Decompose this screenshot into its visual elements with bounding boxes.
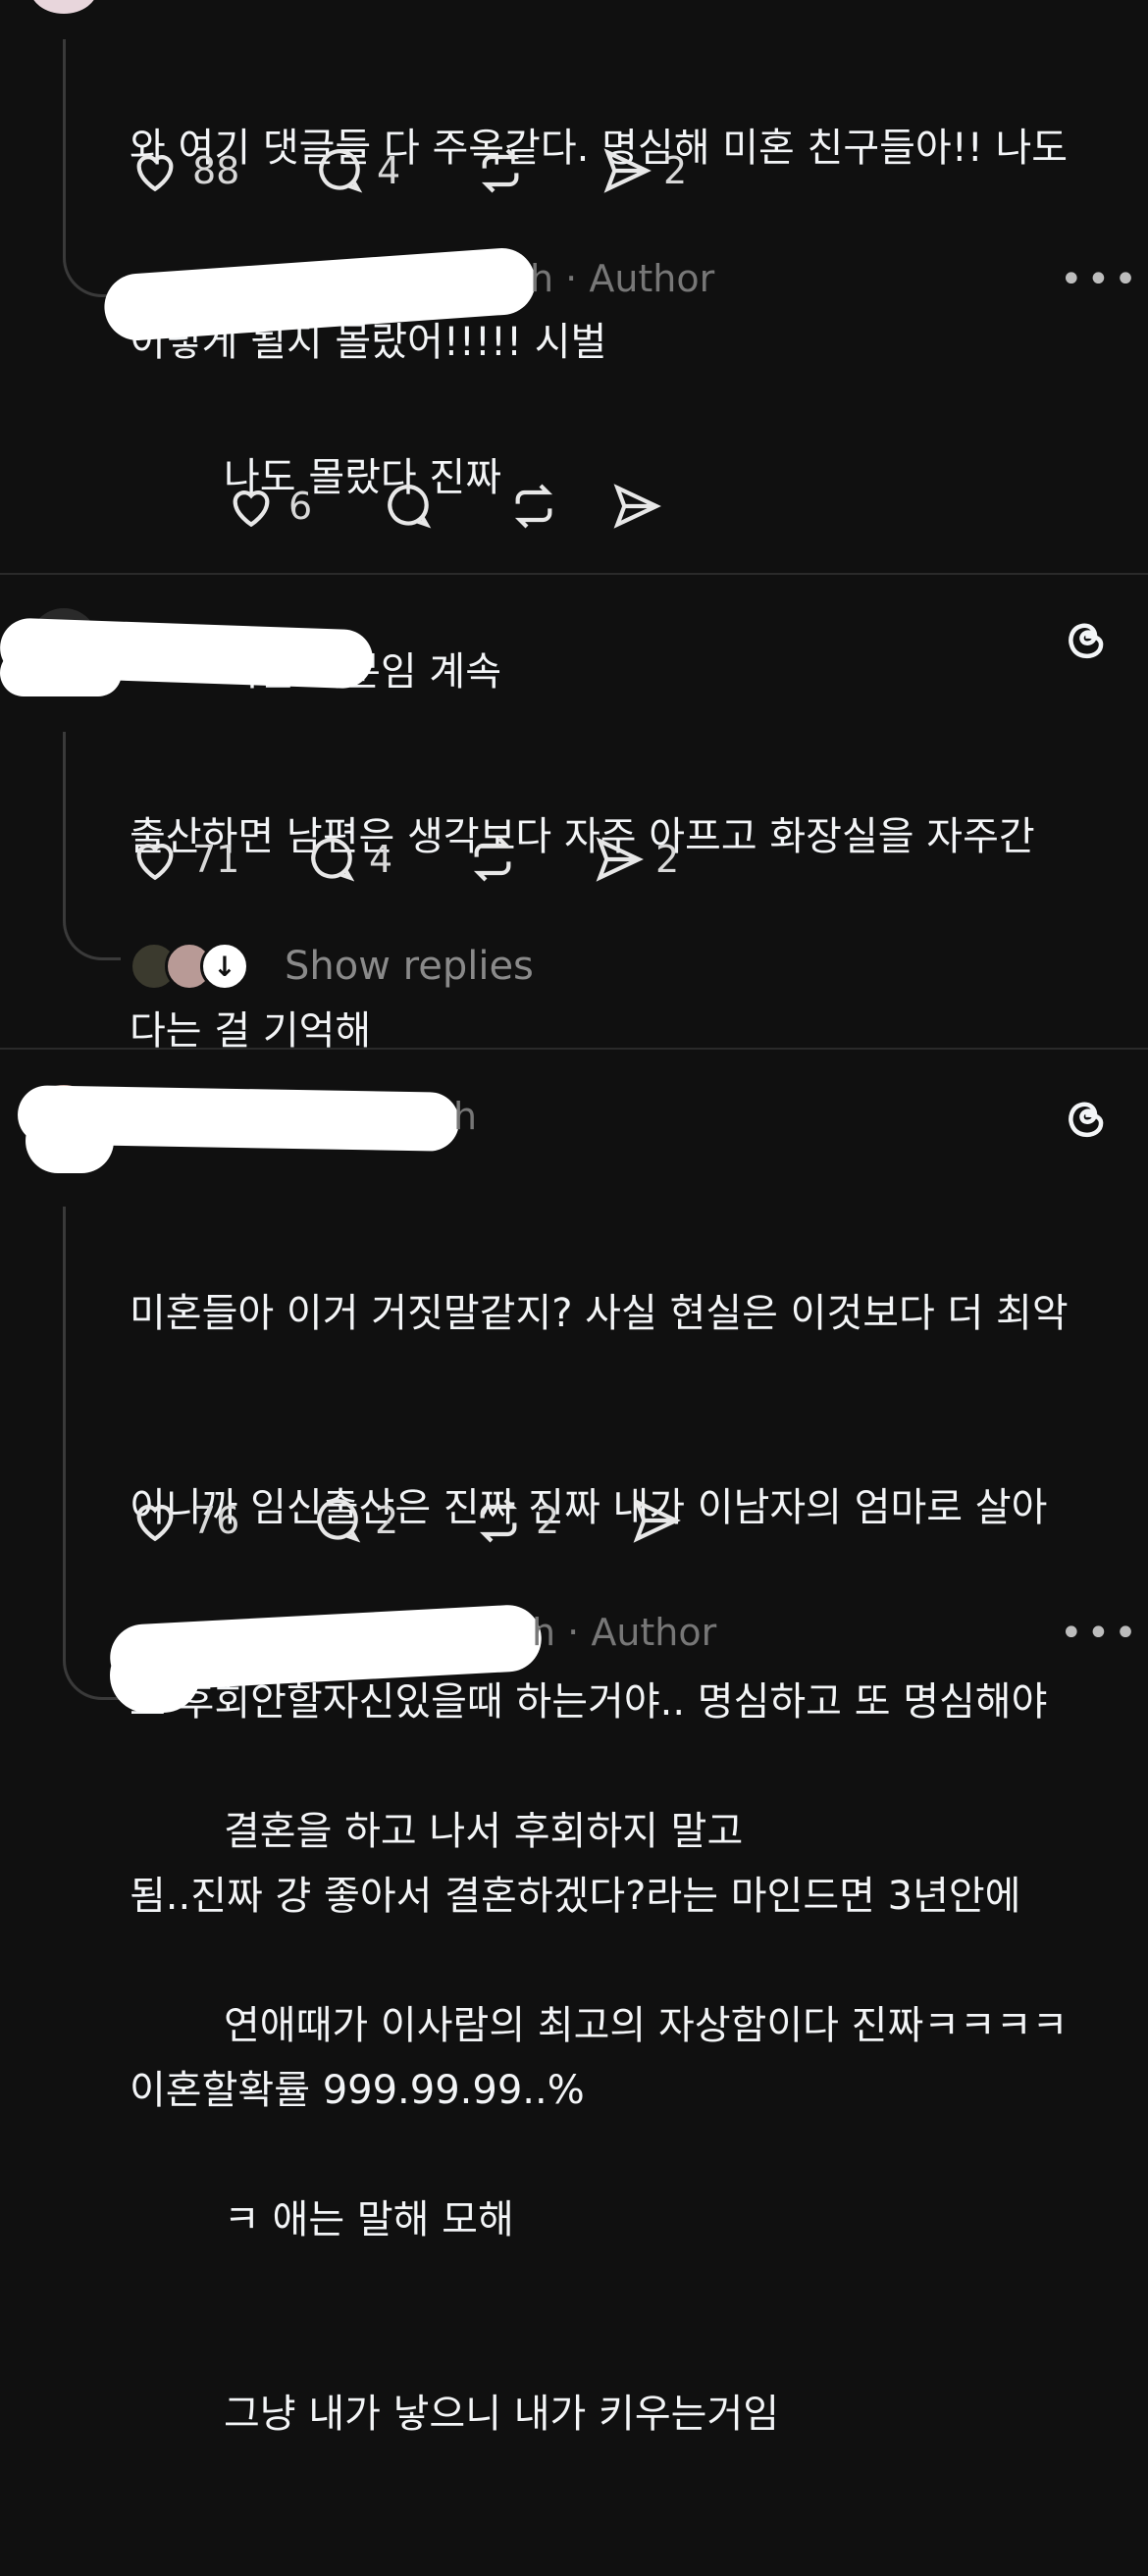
redacted-avatar xyxy=(26,1108,114,1173)
repost-count: 2 xyxy=(536,1499,560,1542)
share-icon xyxy=(596,837,644,882)
reply-line: 연애때가 이사람의 최고의 자상함이다 진짜ㅋㅋㅋㅋ xyxy=(224,2003,1069,2048)
share-button[interactable] xyxy=(608,479,663,534)
heart-icon xyxy=(136,1505,174,1542)
share-button[interactable]: 2 xyxy=(599,143,687,198)
avatar[interactable] xyxy=(29,0,98,14)
reply-action-bar: 6 xyxy=(224,479,663,534)
thread-line xyxy=(63,39,66,245)
post-meta: h xyxy=(453,1095,478,1138)
reply-text: 결혼을 하고 나서 후회하지 말고 연애때가 이사람의 최고의 자상함이다 진짜… xyxy=(224,1670,1126,2576)
action-bar: 71 4 2 xyxy=(128,832,679,887)
show-replies-row[interactable]: ↓ Show replies xyxy=(130,942,534,991)
comment-icon xyxy=(388,485,432,529)
repost-button[interactable] xyxy=(473,143,599,198)
post-2: 출산하면 남편은 생각보다 자주 아프고 화장실을 자주간 다는 걸 기억해 7… xyxy=(0,575,1148,1054)
reply-meta: h · Author xyxy=(532,1611,717,1654)
more-icon[interactable]: ••• xyxy=(1060,1611,1141,1656)
post-1: 와 여기 댓글들 다 주옥같다. 명심해 미혼 친구들아!! 나도 이렇게 될지… xyxy=(0,0,1148,695)
heart-icon xyxy=(233,490,270,528)
like-button[interactable]: 76 xyxy=(128,1493,310,1548)
comment-icon xyxy=(311,838,355,882)
comment-button[interactable]: 4 xyxy=(304,832,465,887)
action-bar: 88 4 2 xyxy=(128,143,687,198)
repost-button[interactable]: 2 xyxy=(471,1493,628,1548)
reply-meta: h · Author xyxy=(530,257,715,300)
share-button[interactable]: 2 xyxy=(591,832,679,887)
like-count: 76 xyxy=(192,1499,240,1542)
redacted-avatar xyxy=(110,1638,200,1713)
like-count: 71 xyxy=(192,838,240,881)
thread-line xyxy=(63,732,66,908)
more-icon[interactable]: ••• xyxy=(1060,257,1141,302)
redacted-avatar xyxy=(0,649,122,696)
repost-button[interactable] xyxy=(506,479,608,534)
reply-line: ㅋ 애는 말해 모해 xyxy=(224,2197,514,2242)
heart-icon xyxy=(136,844,174,881)
comment-count: 4 xyxy=(377,149,401,192)
comment-icon xyxy=(317,1499,361,1543)
like-count: 88 xyxy=(192,149,240,192)
share-icon xyxy=(613,484,661,529)
share-icon xyxy=(603,148,652,193)
threads-logo-icon[interactable] xyxy=(1060,1093,1113,1150)
heart-icon xyxy=(136,155,174,192)
comment-button[interactable]: 2 xyxy=(310,1493,471,1548)
reply-line: 그냥 내가 낳으니 내가 키우는거임 xyxy=(224,2392,780,2437)
thread-connector xyxy=(63,908,121,960)
comment-icon xyxy=(319,149,363,193)
thread-line xyxy=(63,1207,66,1648)
threads-logo-icon[interactable] xyxy=(1060,614,1113,671)
repost-icon xyxy=(473,837,512,882)
share-button[interactable] xyxy=(628,1493,683,1548)
action-bar: 76 2 2 xyxy=(128,1493,683,1548)
repost-icon xyxy=(514,484,553,529)
comment-count: 4 xyxy=(369,838,393,881)
like-button[interactable]: 88 xyxy=(128,143,312,198)
share-count: 2 xyxy=(655,838,680,881)
show-replies-label: Show replies xyxy=(285,944,534,989)
comment-button[interactable]: 4 xyxy=(312,143,473,198)
repost-icon xyxy=(479,1498,518,1543)
post-line: 미혼들아 이거 거짓말같지? 사실 현실은 이것보다 더 최악 xyxy=(130,1291,1069,1336)
comment-button[interactable] xyxy=(381,479,506,534)
arrow-down-icon: ↓ xyxy=(200,942,249,991)
like-button[interactable]: 6 xyxy=(224,479,381,534)
reply-line: 결혼을 하고 나서 후회하지 말고 xyxy=(224,1809,744,1854)
comment-count: 2 xyxy=(375,1499,399,1542)
share-icon xyxy=(633,1498,681,1543)
like-button[interactable]: 71 xyxy=(128,832,304,887)
share-count: 2 xyxy=(663,149,688,192)
like-count: 6 xyxy=(288,485,313,528)
repost-icon xyxy=(481,148,520,193)
repost-button[interactable] xyxy=(465,832,591,887)
post-3: h 미혼들아 이거 거짓말같지? 사실 현실은 이것보다 더 최악 이니까 임신… xyxy=(0,1050,1148,2437)
